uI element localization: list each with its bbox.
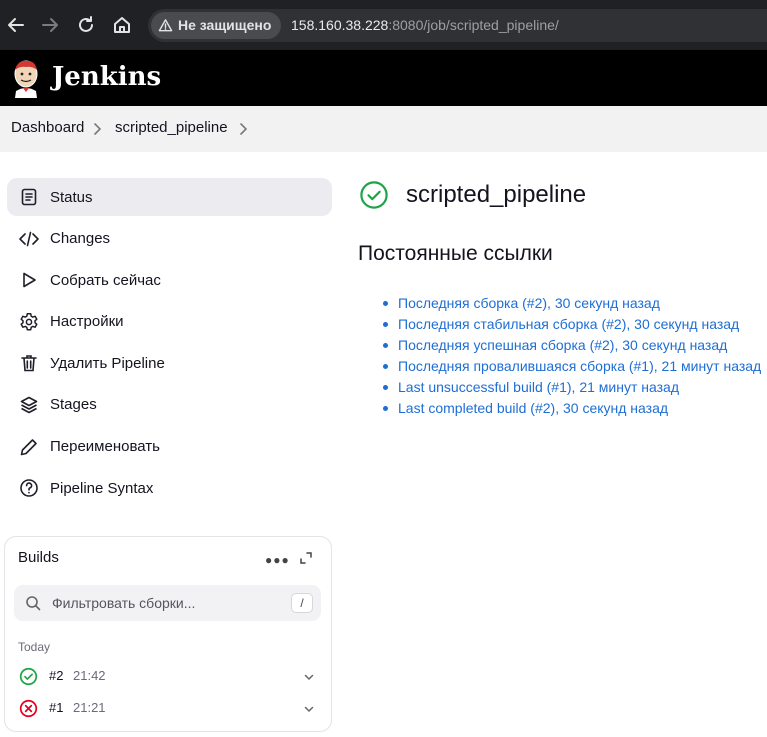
trash-icon: [19, 353, 39, 373]
sidebar-item-label: Pipeline Syntax: [50, 479, 154, 497]
gear-icon: [19, 312, 39, 332]
play-icon: [19, 270, 39, 290]
url-host: 158.160.38.228: [291, 17, 389, 33]
layers-icon: [19, 395, 39, 415]
build-filter-input[interactable]: [50, 585, 280, 621]
breadcrumb-job[interactable]: scripted_pipeline: [115, 106, 228, 150]
permalink-last-failed[interactable]: Последняя провалившаяся сборка (#1), 21 …: [398, 358, 761, 374]
sidebar-item-label: Настройки: [50, 313, 124, 331]
url-text: 158.160.38.228:8080/job/scripted_pipelin…: [291, 9, 559, 42]
success-check-icon: [360, 181, 388, 209]
sidebar-item-label: Changes: [50, 230, 111, 248]
sidebar-item-label: Stages: [50, 396, 97, 414]
sidebar-item-build-now[interactable]: Собрать сейчас: [7, 261, 332, 299]
list-item: Last unsuccessful build (#1), 21 минут н…: [380, 377, 761, 398]
sidebar-item-label: Удалить Pipeline: [50, 354, 165, 372]
home-icon: [114, 17, 130, 33]
home-button[interactable]: [110, 13, 134, 37]
document-icon: [19, 187, 39, 207]
sidebar-item-status[interactable]: Status: [7, 178, 332, 216]
chevron-down-icon[interactable]: [303, 671, 315, 683]
reload-button[interactable]: [74, 13, 98, 37]
build-time: 21:21: [73, 700, 106, 715]
arrow-left-icon: [8, 18, 24, 32]
breadcrumb-dashboard[interactable]: Dashboard: [11, 106, 84, 150]
sidebar-item-label: Собрать сейчас: [50, 271, 161, 289]
url-path: :8080/job/scripted_pipeline/: [388, 17, 559, 33]
build-row[interactable]: #1 21:21: [13, 694, 323, 724]
permalinks-list: Последняя сборка (#2), 30 секунд назад П…: [380, 293, 761, 419]
sidebar-item-label: Переименовать: [50, 438, 160, 456]
expand-icon[interactable]: [299, 551, 313, 565]
chevron-down-icon[interactable]: [303, 703, 315, 715]
failure-x-icon: [19, 699, 38, 718]
builds-panel: Builds ●●● / Today #2 21:42 #1 21:21: [4, 536, 332, 732]
search-icon: [26, 596, 41, 611]
forward-button[interactable]: [38, 13, 62, 37]
build-row[interactable]: #2 21:42: [13, 662, 323, 692]
chevron-right-icon[interactable]: [238, 122, 248, 136]
sidebar-item-label: Status: [50, 188, 93, 206]
sidebar-item-rename[interactable]: Переименовать: [7, 428, 332, 466]
permalinks-heading: Постоянные ссылки: [358, 242, 553, 265]
build-time: 21:42: [73, 668, 106, 683]
sidebar-item-changes[interactable]: Changes: [7, 220, 332, 258]
permalink-last-build[interactable]: Последняя сборка (#2), 30 секунд назад: [398, 295, 660, 311]
chevron-right-icon: [94, 123, 102, 135]
list-item: Last completed build (#2), 30 секунд наз…: [380, 398, 761, 419]
reload-icon: [79, 16, 93, 32]
jenkins-header: Jenkins: [0, 50, 767, 106]
arrow-right-icon: [42, 18, 58, 32]
warning-icon: [158, 19, 173, 32]
list-item: Последняя провалившаяся сборка (#1), 21 …: [380, 356, 761, 377]
keyboard-shortcut-badge: /: [291, 593, 313, 613]
list-item: Последняя сборка (#2), 30 секунд назад: [380, 293, 761, 314]
page-title: scripted_pipeline: [406, 181, 587, 208]
help-icon: [19, 478, 39, 498]
list-item: Последняя успешная сборка (#2), 30 секун…: [380, 335, 761, 356]
build-group-label: Today: [18, 640, 51, 654]
back-button[interactable]: [4, 13, 28, 37]
build-filter: /: [14, 585, 321, 621]
list-item: Последняя стабильная сборка (#2), 30 сек…: [380, 314, 761, 335]
breadcrumb: Dashboard scripted_pipeline: [0, 106, 767, 152]
permalink-last-stable[interactable]: Последняя стабильная сборка (#2), 30 сек…: [398, 316, 739, 332]
permalink-last-successful[interactable]: Последняя успешная сборка (#2), 30 секун…: [398, 337, 727, 353]
code-icon: [19, 229, 39, 249]
permalink-last-completed[interactable]: Last completed build (#2), 30 секунд наз…: [398, 400, 668, 416]
builds-title: Builds: [18, 549, 59, 566]
more-options-icon[interactable]: ●●●: [265, 553, 290, 567]
address-bar[interactable]: Не защищено 158.160.38.228:8080/job/scri…: [148, 9, 767, 42]
sidebar-item-stages[interactable]: Stages: [7, 386, 332, 424]
sidebar-item-configure[interactable]: Настройки: [7, 303, 332, 341]
sidebar-item-delete[interactable]: Удалить Pipeline: [7, 344, 332, 382]
browser-toolbar: Не защищено 158.160.38.228:8080/job/scri…: [0, 0, 767, 50]
side-nav: Status Changes Собрать сейчас Настройки …: [7, 178, 332, 511]
security-label: Не защищено: [178, 17, 272, 33]
pencil-icon: [19, 437, 39, 457]
jenkins-logo-icon[interactable]: [10, 58, 42, 98]
build-number[interactable]: #1: [49, 700, 63, 715]
build-number[interactable]: #2: [49, 668, 63, 683]
brand-name[interactable]: Jenkins: [52, 50, 161, 104]
sidebar-item-pipeline-syntax[interactable]: Pipeline Syntax: [7, 469, 332, 507]
success-check-icon: [19, 667, 38, 686]
permalink-last-unsuccessful[interactable]: Last unsuccessful build (#1), 21 минут н…: [398, 379, 679, 395]
security-chip[interactable]: Не защищено: [151, 12, 282, 39]
